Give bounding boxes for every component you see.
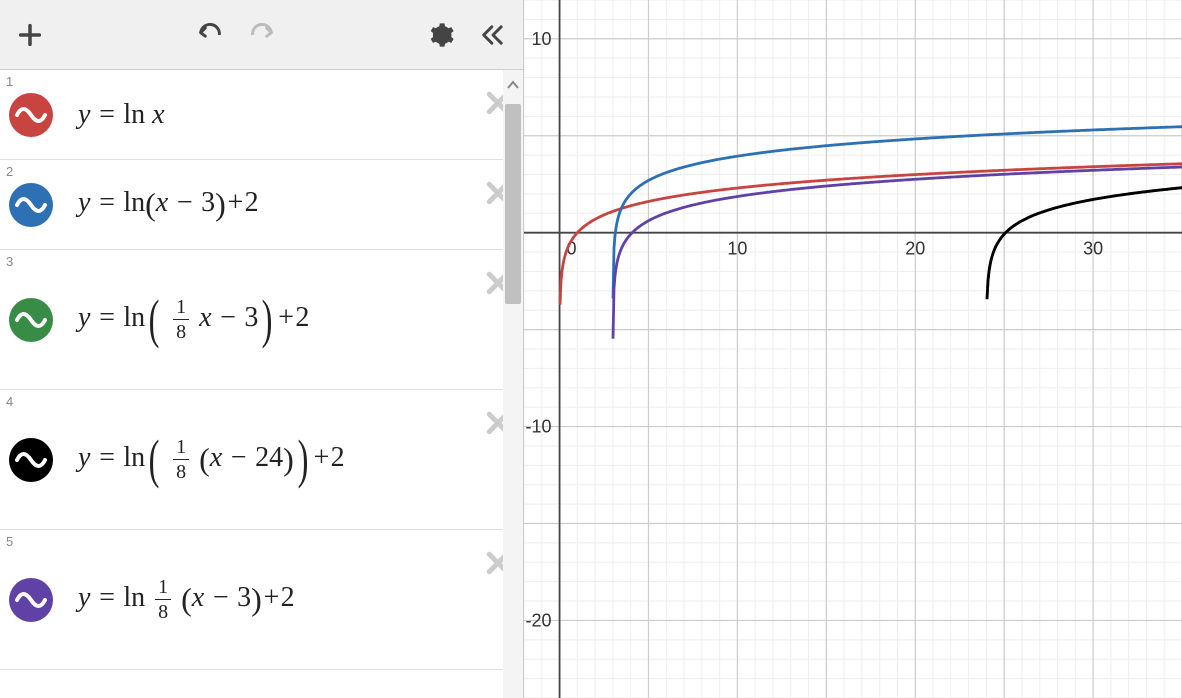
wave-icon <box>13 187 49 223</box>
app-root: 1 y = ln x 2 <box>0 0 1182 698</box>
svg-text:30: 30 <box>1083 239 1103 259</box>
wave-icon <box>13 582 49 618</box>
row-index: 1 <box>6 74 13 89</box>
row-index: 2 <box>6 164 13 179</box>
scrollbar-thumb[interactable] <box>505 104 521 304</box>
graph-svg: 102030-20-10100 <box>524 0 1182 698</box>
expression-row[interactable]: 2 y = ln(x − 3)+2 <box>0 160 523 250</box>
expression-sidebar: 1 y = ln x 2 <box>0 0 524 698</box>
collapse-sidebar-button[interactable] <box>479 21 507 49</box>
undo-button[interactable] <box>196 21 224 49</box>
expression-formula[interactable]: y = ln 18 (x − 3)+2 <box>62 530 473 669</box>
expression-formula[interactable]: y = ln( 18 (x − 24))+2 <box>62 390 473 529</box>
svg-text:10: 10 <box>727 239 747 259</box>
sidebar-toolbar <box>0 0 523 70</box>
expression-row[interactable]: 5 y = ln 18 (x − 3)+2 <box>0 530 523 670</box>
graph-canvas[interactable]: 102030-20-10100 <box>524 0 1182 698</box>
add-expression-button[interactable] <box>16 21 44 49</box>
wave-icon <box>13 302 49 338</box>
redo-button[interactable] <box>248 21 276 49</box>
svg-text:-10: -10 <box>526 417 552 437</box>
scrollbar-track[interactable] <box>503 70 523 698</box>
expression-formula[interactable]: y = ln(x − 3)+2 <box>62 160 473 249</box>
expression-formula[interactable]: y = ln( 18 x − 3)+2 <box>62 250 473 389</box>
expression-list: 1 y = ln x 2 <box>0 70 523 698</box>
expression-row[interactable]: 1 y = ln x <box>0 70 523 160</box>
expression-color-toggle[interactable] <box>0 250 62 389</box>
row-index: 5 <box>6 534 13 549</box>
svg-text:10: 10 <box>532 29 552 49</box>
expression-color-toggle[interactable] <box>0 530 62 669</box>
scroll-up-icon <box>506 78 520 92</box>
settings-button[interactable] <box>427 21 455 49</box>
expression-row[interactable]: 3 y = ln( 18 x − 3)+2 <box>0 250 523 390</box>
svg-text:20: 20 <box>905 239 925 259</box>
expression-color-toggle[interactable] <box>0 390 62 529</box>
svg-text:-20: -20 <box>526 610 552 630</box>
wave-icon <box>13 97 49 133</box>
expression-row[interactable]: 4 y = ln( 18 (x − 24))+2 <box>0 390 523 530</box>
wave-icon <box>13 442 49 478</box>
row-index: 4 <box>6 394 13 409</box>
row-index: 3 <box>6 254 13 269</box>
expression-formula[interactable]: y = ln x <box>62 70 473 159</box>
